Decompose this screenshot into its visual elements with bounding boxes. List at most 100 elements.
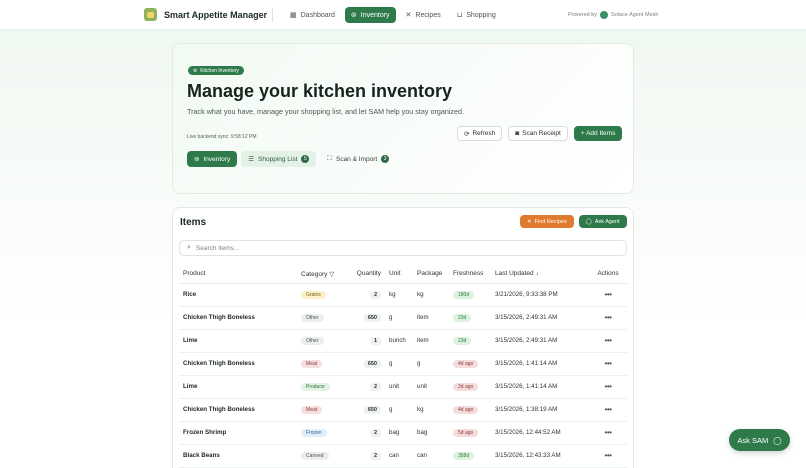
- cell-category: Meat: [297, 352, 349, 376]
- grid-icon: ▦: [290, 12, 297, 19]
- nav-recipes[interactable]: ✕ Recipes: [400, 7, 447, 23]
- cell-unit: unit: [385, 375, 413, 399]
- more-options-icon[interactable]: •••: [605, 336, 612, 345]
- category-badge: Other: [301, 313, 324, 322]
- cell-freshness: 2d ago: [449, 375, 491, 399]
- ask-sam-label: Ask SAM: [737, 435, 769, 445]
- cell-category: Grains: [297, 283, 349, 307]
- cell-last-updated: 3/21/2026, 9:33:38 PM: [491, 283, 589, 307]
- quantity-badge[interactable]: 650: [363, 313, 381, 322]
- cell-actions: •••: [589, 421, 627, 445]
- table-row[interactable]: Frozen Shrimp Frozen 2 bag bag 5d ago 3/15/202…: [179, 421, 627, 445]
- tab-scan-import[interactable]: ⛶ Scan & Import 3: [320, 151, 396, 167]
- add-items-button[interactable]: + Add Items: [573, 126, 623, 141]
- ask-agent-button[interactable]: ◯ Ask Agent: [578, 215, 627, 228]
- column-quantity[interactable]: Quantity: [349, 265, 385, 284]
- page-description: Track what you have, manage your shoppin…: [187, 107, 465, 116]
- find-recipes-button[interactable]: ✕ Find Recipes: [520, 215, 574, 228]
- cell-last-updated: 3/15/2026, 2:49:31 AM: [491, 329, 589, 353]
- utensils-icon: ✕: [527, 218, 532, 225]
- category-badge: Canned: [301, 451, 329, 460]
- tab-inventory-label: Inventory: [203, 155, 231, 163]
- quantity-badge[interactable]: 2: [369, 382, 381, 391]
- column-last-updated[interactable]: Last Updated ↓: [491, 265, 589, 284]
- tab-inventory[interactable]: ⊚ Inventory: [187, 151, 238, 167]
- items-title: Items: [180, 217, 207, 228]
- cell-quantity: 2: [349, 421, 385, 445]
- table-row[interactable]: Chicken Thigh Boneless Other 650 g item 23d 3/…: [179, 306, 627, 330]
- column-product[interactable]: Product: [179, 265, 297, 284]
- scan-receipt-button[interactable]: ◙ Scan Receipt: [508, 126, 568, 141]
- inventory-tabs: ⊚ Inventory ☰ Shopping List 5 ⛶ Scan & I…: [187, 151, 396, 167]
- camera-icon: ◙: [515, 130, 520, 137]
- app-logo-icon: [144, 8, 157, 21]
- brand[interactable]: Smart Appetite Manager: [144, 8, 267, 21]
- shopping-list-count-badge: 5: [301, 155, 310, 163]
- cell-freshness: 180d: [449, 283, 491, 307]
- table-row[interactable]: Lime Produce 2 unit unit 2d ago 3/15/2026, 1:4…: [179, 375, 627, 399]
- cell-last-updated: 3/15/2026, 12:43:33 AM: [491, 444, 589, 468]
- section-chip: ⊚ Kitchen Inventory: [188, 66, 244, 75]
- add-items-label: + Add Items: [580, 130, 616, 137]
- more-options-icon[interactable]: •••: [605, 290, 612, 299]
- column-category[interactable]: Category ▽: [297, 265, 349, 284]
- nav-dashboard[interactable]: ▦ Dashboard: [284, 7, 341, 23]
- table-row[interactable]: Lime Other 1 bunch item 23d 3/15/2026, 2:49:31…: [179, 329, 627, 353]
- quantity-badge[interactable]: 650: [363, 405, 381, 414]
- cell-unit: g: [385, 306, 413, 330]
- freshness-badge: 180d: [453, 290, 475, 299]
- search-input[interactable]: [195, 244, 596, 252]
- quantity-badge[interactable]: 650: [363, 359, 381, 368]
- quantity-badge[interactable]: 2: [369, 428, 381, 437]
- table-row[interactable]: Chicken Thigh Boneless Meat 650 g kg 4d ago 3/…: [179, 398, 627, 422]
- cell-package: g: [413, 352, 449, 376]
- more-options-icon[interactable]: •••: [605, 428, 612, 437]
- column-unit[interactable]: Unit: [385, 265, 413, 284]
- cell-actions: •••: [589, 329, 627, 353]
- more-options-icon[interactable]: •••: [605, 382, 612, 391]
- more-options-icon[interactable]: •••: [605, 359, 612, 368]
- more-options-icon[interactable]: •••: [605, 313, 612, 322]
- nav-shopping[interactable]: ⊔ Shopping: [451, 7, 502, 23]
- freshness-badge: 4d ago: [453, 405, 479, 414]
- hero-card: ⊚ Kitchen Inventory Manage your kitchen …: [172, 43, 634, 194]
- nav-inventory[interactable]: ⊚ Inventory: [344, 7, 396, 23]
- more-options-icon[interactable]: •••: [605, 451, 612, 460]
- cell-unit: bunch: [385, 329, 413, 353]
- cell-unit: kg: [385, 283, 413, 307]
- nav-inventory-label: Inventory: [360, 11, 390, 19]
- page-title: Manage your kitchen inventory: [187, 81, 453, 101]
- cell-package: can: [413, 444, 449, 468]
- table-row[interactable]: Chicken Thigh Boneless Meat 650 g g 4d ago 3/1…: [179, 352, 627, 376]
- cell-freshness: 358d: [449, 444, 491, 468]
- cell-quantity: 2: [349, 444, 385, 468]
- chat-icon: ◯: [585, 218, 592, 225]
- powered-by: Powered by Solace Agent Mesh: [568, 11, 658, 19]
- category-badge: Produce: [301, 382, 330, 391]
- cell-quantity: 1: [349, 329, 385, 353]
- column-freshness[interactable]: Freshness: [449, 265, 491, 284]
- cell-freshness: 23d: [449, 329, 491, 353]
- more-options-icon[interactable]: •••: [605, 405, 612, 414]
- cell-category: Meat: [297, 398, 349, 422]
- quantity-badge[interactable]: 2: [369, 451, 381, 460]
- filter-icon[interactable]: ▽: [329, 271, 334, 278]
- quantity-badge[interactable]: 2: [369, 290, 381, 299]
- cell-unit: bag: [385, 421, 413, 445]
- category-badge: Meat: [301, 405, 323, 414]
- tab-shopping-list[interactable]: ☰ Shopping List 5: [241, 151, 317, 167]
- cell-product: Chicken Thigh Boneless: [179, 306, 297, 330]
- table-header-row: Product Category ▽ Quantity Unit Package…: [179, 265, 627, 284]
- quantity-badge[interactable]: 1: [369, 336, 381, 345]
- table-row[interactable]: Rice Grains 2 kg kg 180d 3/21/2026, 9:33:38 PM…: [179, 283, 627, 307]
- powered-by-brand: Solace Agent Mesh: [611, 12, 659, 18]
- search-box: ⌕: [179, 240, 627, 256]
- ask-agent-label: Ask Agent: [594, 218, 620, 225]
- items-card: Items ✕ Find Recipes ◯ Ask Agent ⌕ Produ…: [172, 207, 634, 468]
- refresh-button[interactable]: ⟳ Refresh: [457, 126, 503, 141]
- table-row[interactable]: Black Beans Canned 2 can can 358d 3/15/2026, 1…: [179, 444, 627, 468]
- cell-package: kg: [413, 398, 449, 422]
- ask-sam-button[interactable]: Ask SAM ◯: [729, 429, 790, 451]
- hero-actions: ⟳ Refresh ◙ Scan Receipt + Add Items: [457, 126, 623, 141]
- column-package[interactable]: Package: [413, 265, 449, 284]
